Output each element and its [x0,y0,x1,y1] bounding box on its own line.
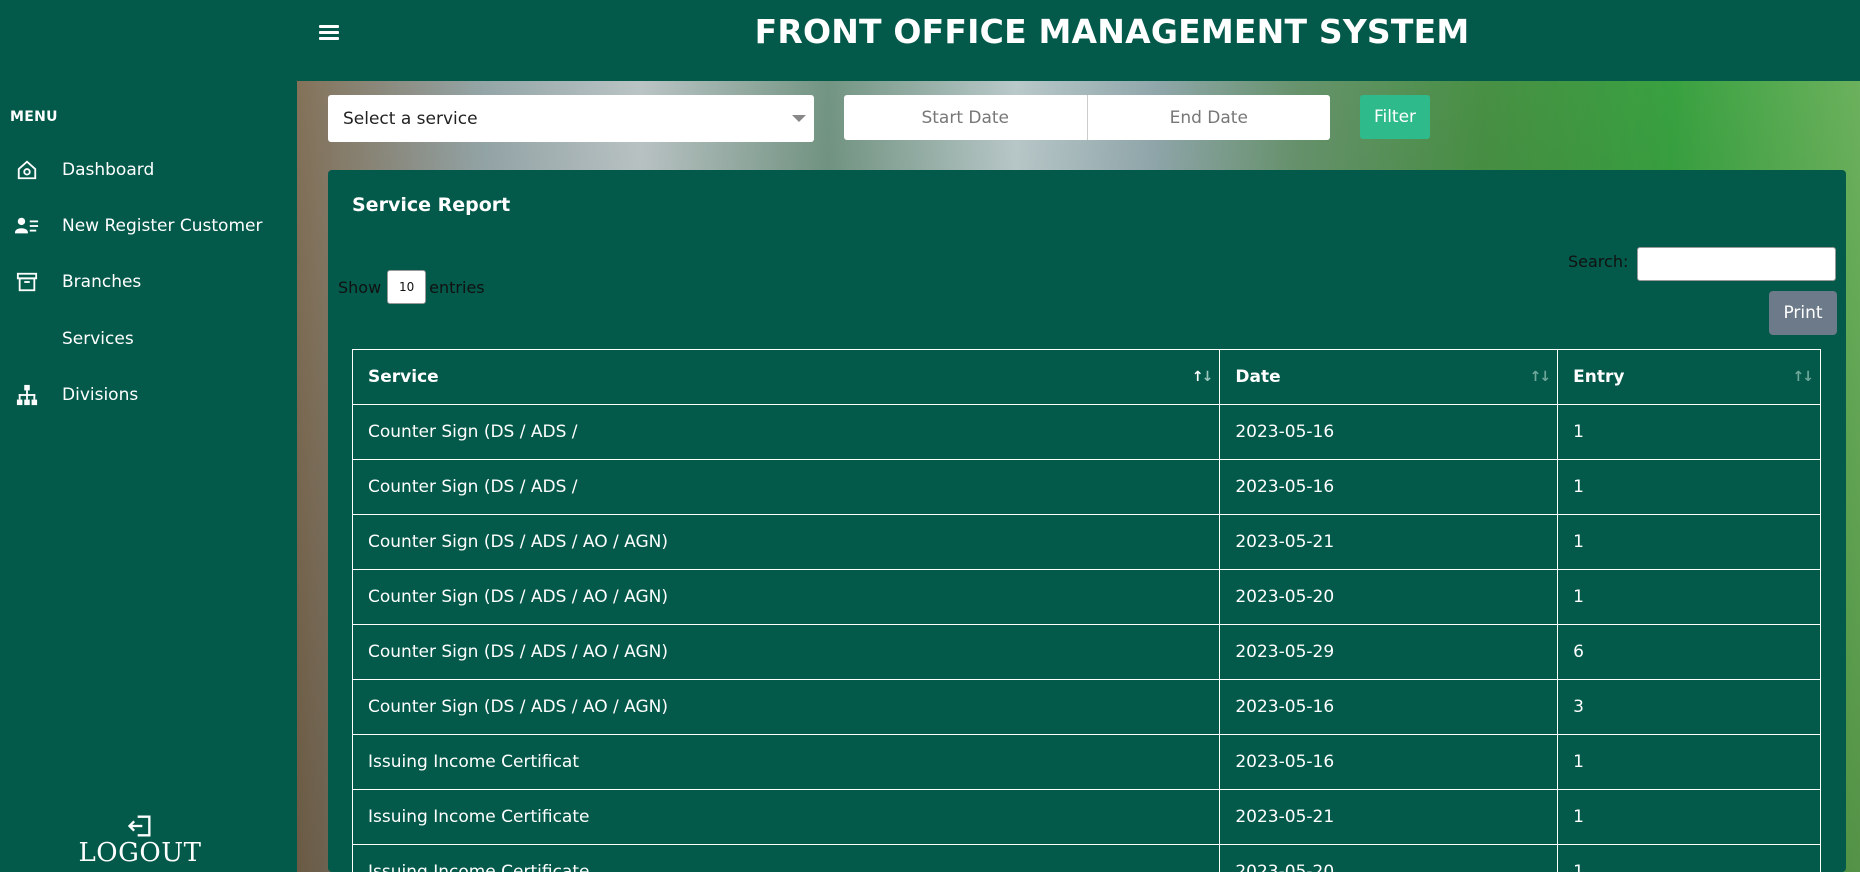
print-button[interactable]: Print [1769,291,1837,335]
entry-cell: 1 [1557,459,1821,515]
chevron-down-icon [792,115,806,122]
sidebar-item-label: Services [62,329,134,349]
service-cell: Issuing Income Certificate [351,844,1221,872]
table-row: Issuing Income Certificat 2023-05-16 1 [351,734,1821,790]
table-header-row: Service ↑↓ Date ↑↓ Entry ↑↓ [351,349,1821,405]
logout-label: LOGOUT [78,838,202,868]
entry-cell: 3 [1557,679,1821,735]
sort-icon: ↑↓ [1792,369,1814,385]
table-row: Counter Sign (DS / ADS / AO / AGN) 2023-… [351,624,1821,680]
app-title: FRONT OFFICE MANAGEMENT SYSTEM [754,12,1470,51]
logout-icon [126,812,154,840]
date-cell: 2023-05-16 [1219,404,1559,460]
entries-label: entries [429,277,485,297]
sidebar-item-divisions[interactable]: Divisions [0,373,297,417]
service-cell: Counter Sign (DS / ADS / AO / AGN) [351,569,1221,625]
card-title: Service Report [352,194,511,216]
sidebar-item-dashboard[interactable]: Dashboard [0,148,297,192]
service-cell: Counter Sign (DS / ADS / [351,404,1221,460]
table-row: Counter Sign (DS / ADS / AO / AGN) 2023-… [351,679,1821,735]
service-cell: Counter Sign (DS / ADS / [351,459,1221,515]
service-cell: Counter Sign (DS / ADS / AO / AGN) [351,679,1221,735]
entry-cell: 1 [1557,734,1821,790]
entry-cell: 1 [1557,404,1821,460]
end-date-input[interactable]: End Date [1086,95,1331,140]
date-cell: 2023-05-20 [1219,569,1559,625]
entry-cell: 1 [1557,569,1821,625]
table-row: Counter Sign (DS / ADS / 2023-05-16 1 [351,404,1821,460]
service-select-value: Select a service [343,108,478,129]
column-header-date[interactable]: Date ↑↓ [1219,349,1559,405]
sort-icon: ↑↓ [1529,369,1551,385]
menu-label: MENU [10,109,58,125]
sidebar-item-label: New Register Customer [62,216,263,236]
user-list-icon [15,214,39,238]
archive-icon [15,270,39,294]
sidebar: MENU Dashboard New Register Customer Bra… [0,0,297,872]
column-header-label: Service [368,367,439,387]
search-label: Search: [1568,252,1629,271]
filter-button[interactable]: Filter [1360,95,1430,139]
home-icon [15,158,39,182]
date-cell: 2023-05-16 [1219,734,1559,790]
sidebar-item-label: Divisions [62,385,139,405]
date-range-group: Start Date End Date [844,95,1330,140]
entry-cell: 1 [1557,844,1821,872]
date-cell: 2023-05-21 [1219,514,1559,570]
sidebar-item-services[interactable]: Services [0,317,297,361]
service-cell: Issuing Income Certificate [351,789,1221,845]
column-header-label: Entry [1573,367,1625,387]
entries-select[interactable]: 10 [387,270,427,304]
sidebar-item-new-register-customer[interactable]: New Register Customer [0,204,297,248]
column-header-entry[interactable]: Entry ↑↓ [1557,349,1821,405]
column-header-service[interactable]: Service ↑↓ [351,349,1221,405]
table-row: Counter Sign (DS / ADS / AO / AGN) 2023-… [351,514,1821,570]
table-row: Counter Sign (DS / ADS / 2023-05-16 1 [351,459,1821,515]
service-report-card: Service Report Show 10 entries Search: P… [328,170,1846,872]
sidebar-item-branches[interactable]: Branches [0,260,297,304]
date-cell: 2023-05-21 [1219,789,1559,845]
date-cell: 2023-05-29 [1219,624,1559,680]
entry-cell: 1 [1557,789,1821,845]
table-row: Counter Sign (DS / ADS / AO / AGN) 2023-… [351,569,1821,625]
table-row: Issuing Income Certificate 2023-05-21 1 [351,789,1821,845]
service-select[interactable]: Select a service [328,95,814,142]
start-date-input[interactable]: Start Date [844,95,1087,140]
service-cell: Counter Sign (DS / ADS / AO / AGN) [351,514,1221,570]
sort-icon: ↑↓ [1191,369,1213,385]
report-table: Service ↑↓ Date ↑↓ Entry ↑↓ Counter Sign… [351,349,1821,872]
entry-cell: 1 [1557,514,1821,570]
show-label: Show [338,277,382,297]
show-entries-control: Show 10 entries [338,270,485,304]
top-header: FRONT OFFICE MANAGEMENT SYSTEM [297,0,1860,81]
sidebar-item-label: Dashboard [62,160,155,180]
column-header-label: Date [1235,367,1281,387]
service-cell: Counter Sign (DS / ADS / AO / AGN) [351,624,1221,680]
date-cell: 2023-05-16 [1219,679,1559,735]
table-row: Issuing Income Certificate 2023-05-20 1 [351,844,1821,872]
entry-cell: 6 [1557,624,1821,680]
date-cell: 2023-05-16 [1219,459,1559,515]
search-input[interactable] [1637,247,1836,281]
sidebar-item-label: Branches [62,272,142,292]
service-cell: Issuing Income Certificat [351,734,1221,790]
date-cell: 2023-05-20 [1219,844,1559,872]
sitemap-icon [15,383,39,407]
logout-button[interactable]: LOGOUT [60,812,220,868]
